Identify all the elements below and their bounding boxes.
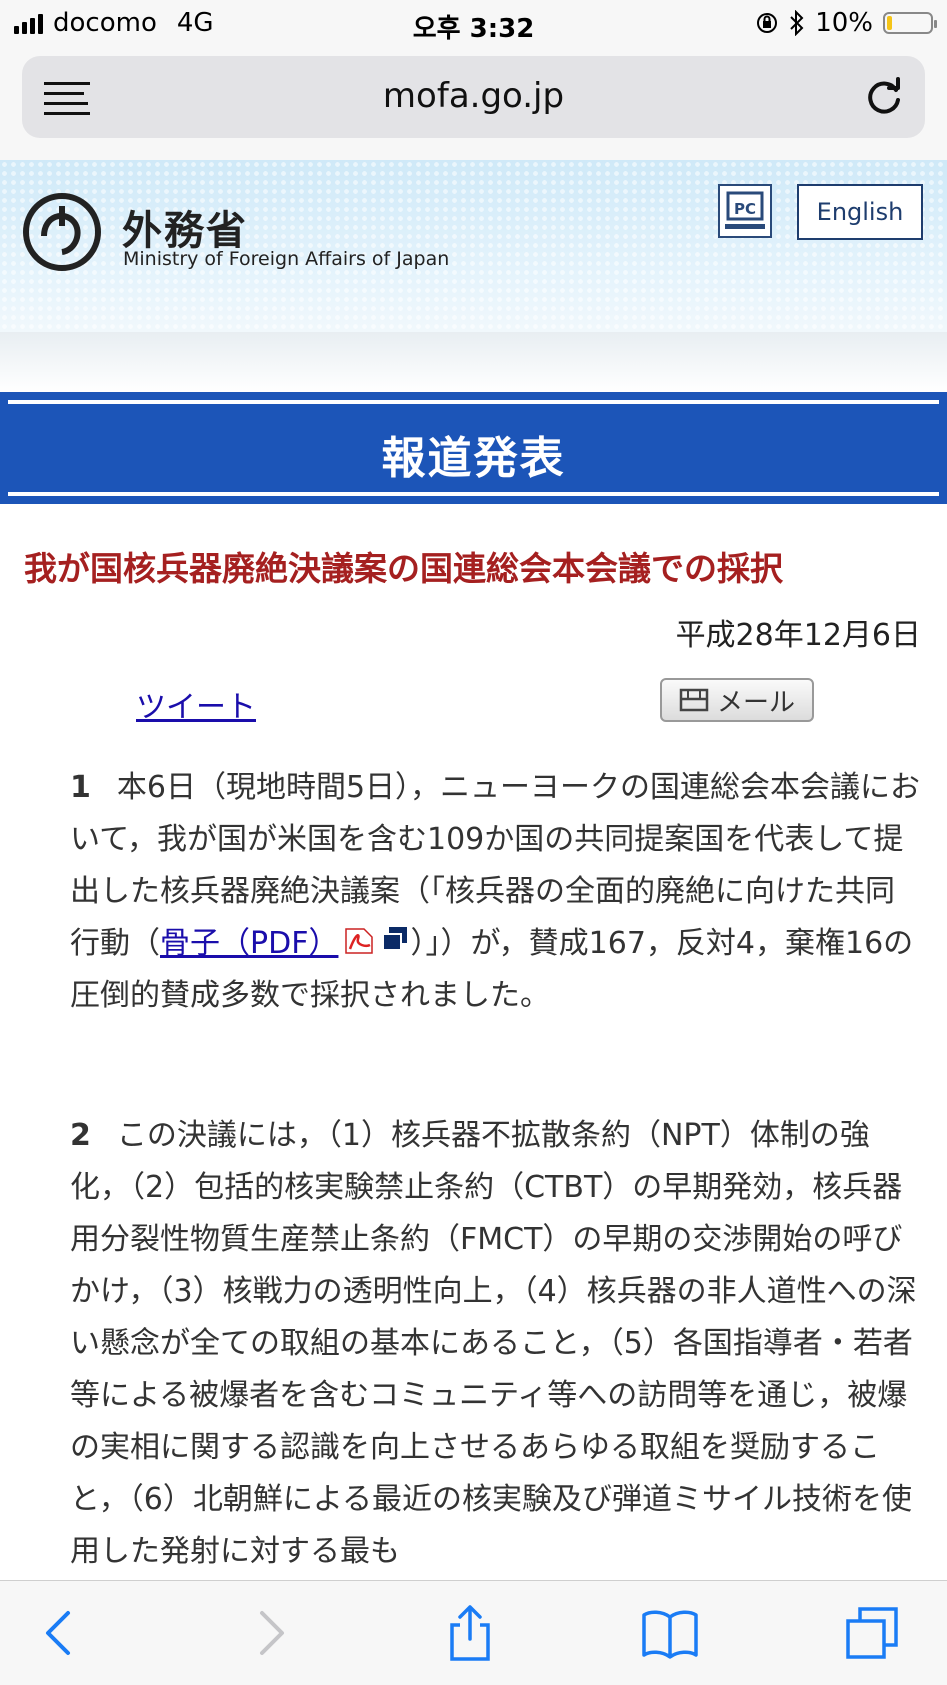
- mail-label: メール: [716, 687, 795, 718]
- paragraph-1: 1 本6日（現地時間5日），ニューヨークの国連総会本会議において，我が国が米国を含…: [70, 762, 922, 1022]
- battery-percent: 10%: [815, 8, 873, 38]
- header-divider: [0, 332, 947, 392]
- paragraph-number: 2: [70, 1118, 91, 1153]
- address-bar[interactable]: mofa.go.jp: [22, 56, 925, 138]
- pdf-icon[interactable]: [342, 923, 376, 957]
- paragraph-number: 1: [70, 770, 91, 805]
- browser-toolbar: [0, 1580, 947, 1685]
- mail-button[interactable]: メール: [660, 678, 814, 722]
- article-date: 平成28年12月6日: [675, 618, 921, 653]
- bluetooth-icon: [790, 10, 804, 36]
- status-bar: docomo 4G 오후 3:32 10%: [0, 0, 947, 48]
- back-icon[interactable]: [30, 1603, 90, 1663]
- tabs-icon[interactable]: [842, 1603, 902, 1663]
- url-text[interactable]: mofa.go.jp: [22, 76, 925, 116]
- reload-icon[interactable]: [863, 76, 905, 118]
- new-window-icon[interactable]: [380, 925, 410, 955]
- section-title-band: 報道発表: [0, 392, 947, 504]
- forward-icon[interactable]: [240, 1603, 300, 1663]
- pc-site-button[interactable]: PC: [718, 184, 772, 238]
- site-header: 外務省 Ministry of Foreign Affairs of Japan…: [0, 160, 947, 332]
- paragraph-text: この決議には，（1）核兵器不拡散条約（NPT）体制の強化，（2）包括的核実験禁止…: [70, 1118, 917, 1569]
- rotation-lock-icon: [757, 13, 778, 33]
- article-headline: 我が国核兵器廃絶決議案の国連総会本会議での採択: [24, 549, 783, 588]
- pc-icon: PC: [725, 191, 765, 229]
- share-icon[interactable]: [440, 1603, 500, 1663]
- outline-pdf-link[interactable]: 骨子（PDF）: [160, 926, 338, 961]
- section-title: 報道発表: [381, 433, 566, 484]
- ministry-name-en: Ministry of Foreign Affairs of Japan: [123, 248, 450, 270]
- pc-label: PC: [734, 200, 756, 218]
- ministry-logo-icon[interactable]: [22, 192, 102, 272]
- mail-icon: [679, 688, 709, 712]
- bookmarks-icon[interactable]: [640, 1603, 700, 1663]
- browser-chrome: mofa.go.jp: [0, 48, 947, 160]
- paragraph-2: 2 この決議には，（1）核兵器不拡散条約（NPT）体制の強化，（2）包括的核実験禁…: [70, 1110, 922, 1578]
- battery-icon: [883, 12, 937, 34]
- english-button[interactable]: English: [797, 184, 923, 240]
- tweet-link[interactable]: ツイート: [136, 682, 256, 726]
